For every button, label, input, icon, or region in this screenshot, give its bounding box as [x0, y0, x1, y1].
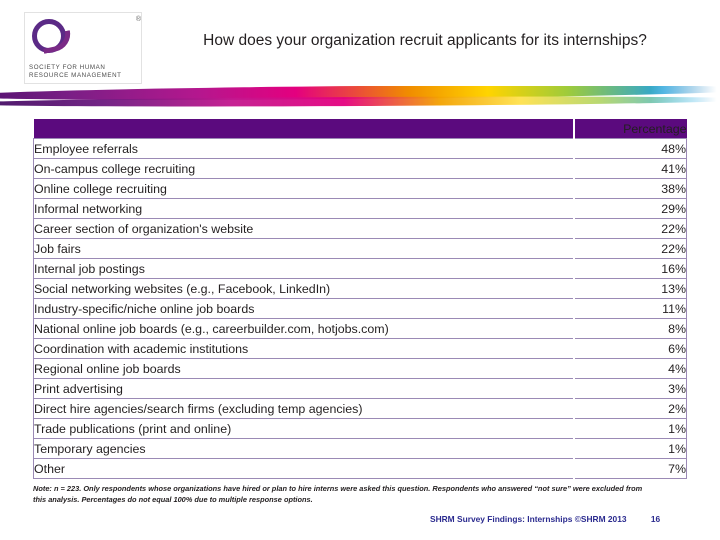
table-row: Online college recruiting 38%	[33, 178, 687, 199]
row-label: Regional online job boards	[33, 358, 575, 379]
row-label: Temporary agencies	[33, 438, 575, 459]
row-percentage: 41%	[573, 158, 687, 179]
row-label: Employee referrals	[33, 138, 575, 159]
table-row: Industry-specific/niche online job board…	[33, 298, 687, 319]
results-table: Percentage Employee referrals 48% On-campu…	[33, 119, 687, 479]
row-percentage: 16%	[573, 258, 687, 279]
row-percentage: 3%	[573, 378, 687, 399]
shrm-logo: ® SOCIETY FOR HUMAN RESOURCE MANAGEMENT	[24, 12, 146, 86]
row-label: Other	[33, 458, 575, 479]
table-row: Direct hire agencies/search firms (exclu…	[33, 398, 687, 419]
row-percentage: 22%	[573, 218, 687, 239]
row-percentage: 38%	[573, 178, 687, 199]
logo-wordmark: SOCIETY FOR HUMAN RESOURCE MANAGEMENT	[29, 64, 137, 80]
table-row: Trade publications (print and online) 1%	[33, 418, 687, 439]
table-row: Job fairs 22%	[33, 238, 687, 259]
row-percentage: 1%	[573, 418, 687, 439]
results-table-container: Percentage Employee referrals 48% On-campu…	[33, 119, 687, 479]
row-label: Internal job postings	[33, 258, 575, 279]
table-row: Print advertising 3%	[33, 378, 687, 399]
table-row: Career section of organization's website…	[33, 218, 687, 239]
table-row: On-campus college recruiting 41%	[33, 158, 687, 179]
table-body: Employee referrals 48% On-campus college r…	[33, 138, 687, 479]
row-label: Informal networking	[33, 198, 575, 219]
row-percentage: 4%	[573, 358, 687, 379]
row-percentage: 1%	[573, 438, 687, 459]
column-header-label	[33, 119, 575, 139]
table-row: National online job boards (e.g., career…	[33, 318, 687, 339]
row-percentage: 22%	[573, 238, 687, 259]
row-label: Online college recruiting	[33, 178, 575, 199]
slide-footer: SHRM Survey Findings: Internships ©SHRM …	[430, 514, 690, 524]
row-percentage: 48%	[573, 138, 687, 159]
table-row: Social networking websites (e.g., Facebo…	[33, 278, 687, 299]
row-label: Job fairs	[33, 238, 575, 259]
footer-source: SHRM Survey Findings: Internships ©SHRM …	[430, 514, 627, 524]
table-row: Internal job postings 16%	[33, 258, 687, 279]
row-label: Career section of organization's website	[33, 218, 575, 239]
row-label: Direct hire agencies/search firms (exclu…	[33, 398, 575, 419]
slide-header: ® SOCIETY FOR HUMAN RESOURCE MANAGEMENT …	[0, 0, 720, 108]
logo-wordmark-line1: SOCIETY FOR HUMAN	[29, 64, 106, 71]
table-row: Employee referrals 48%	[33, 138, 687, 159]
table-row: Temporary agencies 1%	[33, 438, 687, 459]
table-row: Regional online job boards 4%	[33, 358, 687, 379]
row-label: National online job boards (e.g., career…	[33, 318, 575, 339]
registered-mark: ®	[135, 16, 141, 23]
row-percentage: 11%	[573, 298, 687, 319]
row-label: Industry-specific/niche online job board…	[33, 298, 575, 319]
row-percentage: 2%	[573, 398, 687, 419]
row-label: Coordination with academic institutions	[33, 338, 575, 359]
page-title: How does your organization recruit appli…	[203, 32, 647, 49]
row-label: Print advertising	[33, 378, 575, 399]
row-percentage: 6%	[573, 338, 687, 359]
row-label: Trade publications (print and online)	[33, 418, 575, 439]
shrm-logo-mark-icon	[30, 17, 74, 57]
logo-wordmark-line2: RESOURCE MANAGEMENT	[29, 72, 122, 79]
table-row: Informal networking 29%	[33, 198, 687, 219]
row-percentage: 13%	[573, 278, 687, 299]
table-row: Other 7%	[33, 458, 687, 479]
decorative-rainbow-band	[0, 86, 720, 108]
row-label: On-campus college recruiting	[33, 158, 575, 179]
row-percentage: 8%	[573, 318, 687, 339]
table-row: Coordination with academic institutions 6…	[33, 338, 687, 359]
row-label: Social networking websites (e.g., Facebo…	[33, 278, 575, 299]
row-percentage: 7%	[573, 458, 687, 479]
column-header-percentage: Percentage	[573, 119, 687, 139]
footer-page-number: 16	[650, 514, 661, 524]
table-header-row: Percentage	[33, 119, 687, 139]
footnote: Note: n = 223. Only respondents whose or…	[33, 484, 643, 504]
row-percentage: 29%	[573, 198, 687, 219]
